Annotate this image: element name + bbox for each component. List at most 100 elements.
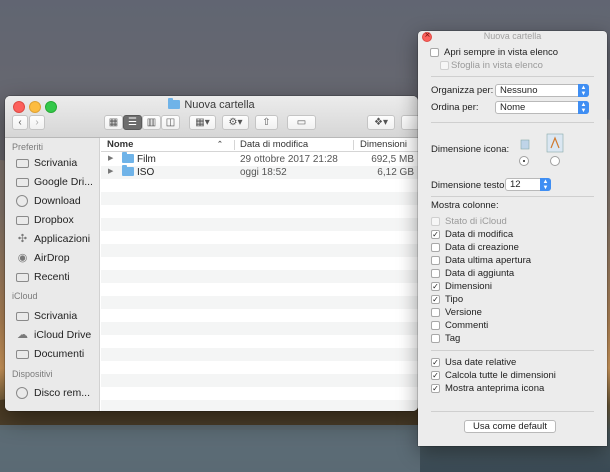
large-icon-preview: [546, 133, 564, 153]
forward-button[interactable]: ›: [29, 115, 45, 130]
sidebar-item-airdrop[interactable]: ◉ AirDrop: [16, 251, 100, 267]
divider: [431, 122, 594, 123]
sidebar-heading-favorites: Preferiti: [12, 142, 44, 152]
table-row[interactable]: ▶ Film 29 ottobre 2017 21:28 692,5 MB: [101, 152, 418, 166]
sidebar-item-download[interactable]: Download: [16, 194, 100, 210]
sort-chevron-icon: ⌃: [217, 141, 223, 148]
option-checkbox[interactable]: ✓: [431, 358, 440, 367]
column-checkbox-label: Tag: [445, 333, 461, 344]
option-checkbox[interactable]: ✓: [431, 384, 440, 393]
column-separator: [353, 140, 354, 150]
updown-arrows-icon: ▲ ▼: [578, 84, 589, 97]
small-icon-preview: [520, 139, 530, 150]
folder-icon: [122, 152, 134, 163]
open-list-view-checkbox[interactable]: [430, 48, 439, 57]
sidebar-item-desktop[interactable]: Scrivania: [16, 156, 100, 172]
group-by-button[interactable]: ▦▾: [189, 115, 216, 130]
column-checkbox[interactable]: [431, 269, 440, 278]
finder-sidebar: Preferiti Scrivania Google Dri... Downlo…: [5, 138, 100, 411]
dropbox-button[interactable]: ❖▾: [367, 115, 395, 130]
gallery-icon: ◫: [165, 117, 176, 128]
tag-button[interactable]: ▭: [287, 115, 316, 130]
tag-icon: ▭: [296, 117, 307, 128]
use-as-default-button[interactable]: Usa come default: [464, 420, 556, 433]
updown-arrows-icon: ▲ ▼: [540, 178, 551, 191]
open-list-view-label: Apri sempre in vista elenco: [444, 47, 559, 58]
column-header-size[interactable]: Dimensioni: [360, 139, 407, 150]
file-name: Film: [137, 154, 156, 165]
table-row[interactable]: ▶ ISO oggi 18:52 6,12 GB: [101, 165, 418, 179]
column-checkbox[interactable]: [431, 334, 440, 343]
option-checkbox[interactable]: ✓: [431, 371, 440, 380]
column-checkbox[interactable]: ✓: [431, 295, 440, 304]
file-date: oggi 18:52: [240, 167, 287, 178]
column-checkbox[interactable]: ✓: [431, 230, 440, 239]
icon-size-small-radio[interactable]: [519, 156, 529, 166]
group-by-label: Organizza per:: [431, 85, 494, 96]
group-by-select[interactable]: Nessuno ▲ ▼: [495, 84, 589, 97]
disclosure-triangle-icon[interactable]: ▶: [108, 154, 113, 162]
sidebar-item-icloud-desktop[interactable]: Scrivania: [16, 309, 100, 325]
gear-icon: ⚙▾: [228, 117, 243, 128]
column-checkbox[interactable]: [431, 256, 440, 265]
column-header-name[interactable]: Nome: [107, 139, 133, 150]
sidebar-item-google-drive[interactable]: Google Dri...: [16, 175, 100, 191]
text-size-select[interactable]: 12 ▲ ▼: [505, 178, 551, 191]
action-button[interactable]: ⚙▾: [222, 115, 249, 130]
back-button[interactable]: ‹: [12, 115, 28, 130]
disclosure-triangle-icon[interactable]: ▶: [108, 167, 113, 175]
chevron-right-icon: ›: [35, 117, 39, 128]
column-checkbox[interactable]: [431, 217, 440, 226]
download-icon: [16, 195, 28, 207]
grid-icon: ▦: [108, 117, 119, 128]
sidebar-item-recents[interactable]: Recenti: [16, 270, 100, 286]
browse-list-view-label: Sfoglia in vista elenco: [451, 60, 543, 71]
group-icon: ▦▾: [195, 117, 210, 128]
row-folder-icon: [122, 165, 138, 178]
desktop-icon: [16, 159, 29, 168]
text-size-label: Dimensione testo:: [431, 180, 508, 191]
empty-row: [101, 361, 418, 374]
recents-icon: [16, 273, 29, 282]
empty-row: [101, 179, 418, 192]
column-checkbox[interactable]: [431, 243, 440, 252]
list-view-button[interactable]: ☰: [123, 115, 142, 130]
share-button[interactable]: ⇧: [255, 115, 278, 130]
column-checkbox-label: Data di creazione: [445, 242, 519, 253]
window-title: Nuova cartella: [5, 98, 418, 111]
column-checkbox[interactable]: [431, 308, 440, 317]
column-view-button[interactable]: ▥: [142, 115, 161, 130]
empty-row: [101, 192, 418, 205]
chevron-left-icon: ‹: [18, 117, 22, 128]
column-checkbox-label: Commenti: [445, 320, 489, 331]
empty-row: [101, 322, 418, 335]
file-size: 692,5 MB: [371, 154, 414, 165]
empty-row: [101, 244, 418, 257]
search-button[interactable]: [401, 115, 418, 130]
icon-size-large-radio[interactable]: [550, 156, 560, 166]
sidebar-item-removable-disk[interactable]: Disco rem...: [16, 386, 100, 402]
sidebar-item-documents[interactable]: Documenti: [16, 347, 100, 363]
empty-row: [101, 387, 418, 400]
sidebar-item-icloud-drive[interactable]: ☁ iCloud Drive: [16, 328, 100, 344]
column-checkbox-label: Versione: [445, 307, 482, 318]
empty-row: [101, 335, 418, 348]
sidebar-item-applications[interactable]: ✣ Applicazioni: [16, 232, 100, 248]
column-header-date[interactable]: Data di modifica: [240, 139, 308, 150]
file-name: ISO: [137, 167, 155, 178]
columns-icon: ▥: [146, 117, 157, 128]
folder-icon: [16, 178, 29, 187]
browse-list-view-checkbox[interactable]: [440, 61, 449, 70]
folder-icon: [16, 216, 29, 225]
file-size: 6,12 GB: [377, 167, 414, 178]
row-folder-icon: [122, 152, 138, 165]
sort-by-select[interactable]: Nome ▲ ▼: [495, 101, 589, 114]
empty-row: [101, 218, 418, 231]
icon-size-label: Dimensione icona:: [431, 144, 510, 155]
column-checkbox[interactable]: ✓: [431, 282, 440, 291]
column-checkbox[interactable]: [431, 321, 440, 330]
dropbox-icon: ❖▾: [374, 117, 388, 128]
icon-view-button[interactable]: ▦: [104, 115, 123, 130]
sidebar-item-dropbox[interactable]: Dropbox: [16, 213, 100, 229]
gallery-view-button[interactable]: ◫: [161, 115, 180, 130]
